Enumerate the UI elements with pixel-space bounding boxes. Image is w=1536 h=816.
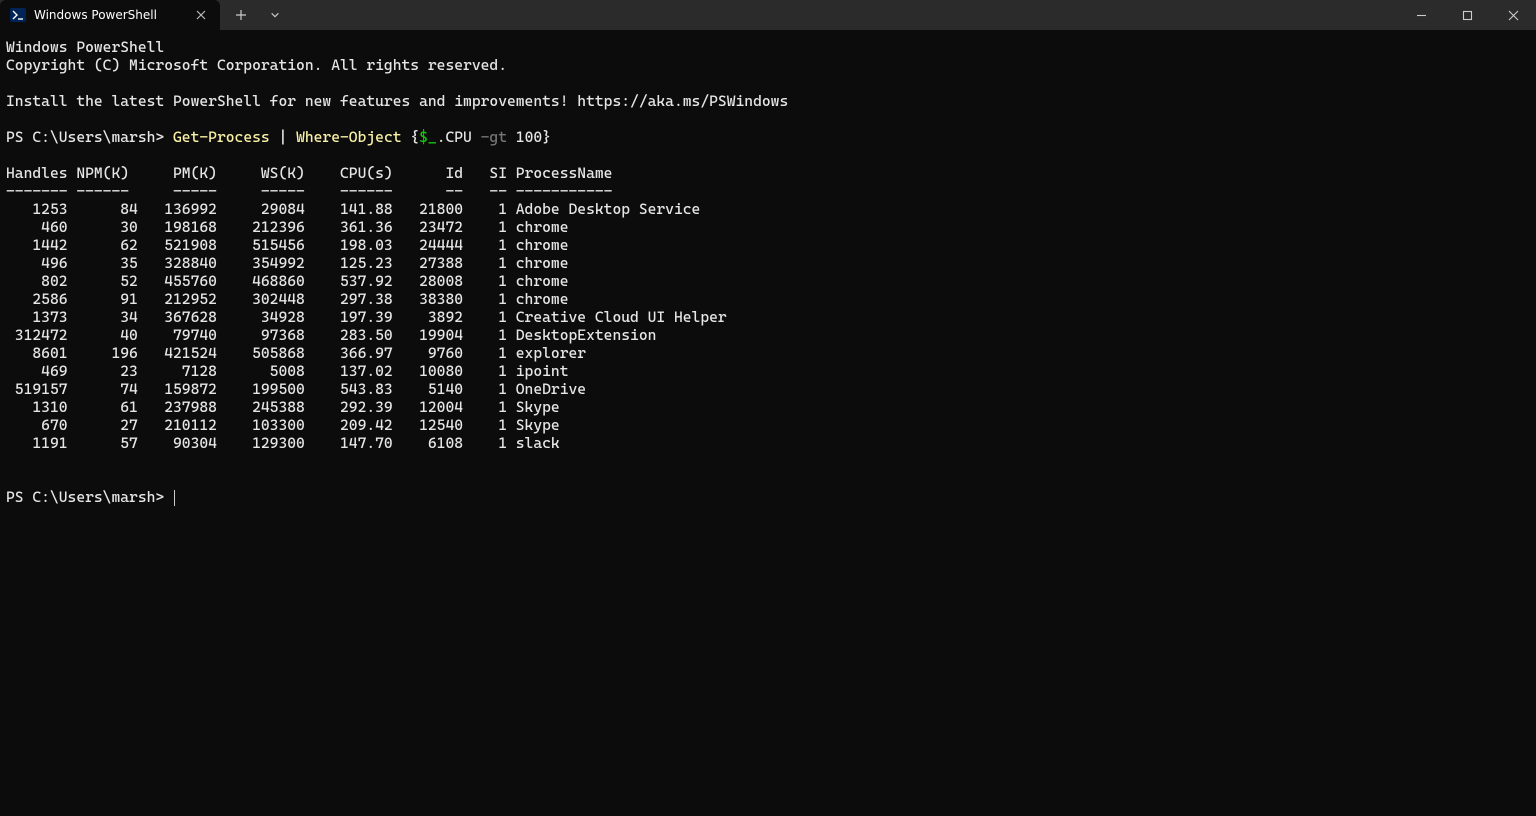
terminal-window: Windows PowerShell Windows: [0, 0, 1536, 816]
tab-powershell[interactable]: Windows PowerShell: [0, 0, 220, 30]
blank-line: [6, 74, 1530, 92]
table-header: Handles NPM(K) PM(K) WS(K) CPU(s) Id SI …: [6, 164, 1530, 182]
table-row: 460 30 198168 212396 361.36 23472 1 chro…: [6, 218, 1530, 236]
close-window-button[interactable]: [1490, 0, 1536, 30]
prompt-line: PS C:\Users\marsh> Get-Process | Where-O…: [6, 128, 1530, 146]
tab-dropdown-button[interactable]: [260, 0, 290, 30]
titlebar-drag-region[interactable]: [290, 0, 1398, 30]
table-row: 496 35 328840 354992 125.23 27388 1 chro…: [6, 254, 1530, 272]
pipe: |: [270, 128, 296, 146]
close-tab-button[interactable]: [192, 6, 210, 24]
tab-title: Windows PowerShell: [34, 8, 184, 22]
table-row: 1373 34 367628 34928 197.39 3892 1 Creat…: [6, 308, 1530, 326]
table-row: 469 23 7128 5008 137.02 10080 1 ipoint: [6, 362, 1530, 380]
number: 100: [507, 128, 542, 146]
table-row: 519157 74 159872 199500 543.83 5140 1 On…: [6, 380, 1530, 398]
blank-line: [6, 110, 1530, 128]
table-row: 1191 57 90304 129300 147.70 6108 1 slack: [6, 434, 1530, 452]
prompt: PS C:\Users\marsh>: [6, 128, 173, 146]
install-line: Install the latest PowerShell for new fe…: [6, 92, 1530, 110]
banner-line: Copyright (C) Microsoft Corporation. All…: [6, 56, 1530, 74]
table-row: 1253 84 136992 29084 141.88 21800 1 Adob…: [6, 200, 1530, 218]
titlebar[interactable]: Windows PowerShell: [0, 0, 1536, 30]
cursor: [174, 490, 175, 506]
table-row: 2586 91 212952 302448 297.38 38380 1 chr…: [6, 290, 1530, 308]
tabbar-controls: [220, 0, 290, 30]
table-row: 802 52 455760 468860 537.92 28008 1 chro…: [6, 272, 1530, 290]
blank-line: [6, 146, 1530, 164]
prompt-line[interactable]: PS C:\Users\marsh>: [6, 488, 1530, 506]
table-row: 1442 62 521908 515456 198.03 24444 1 chr…: [6, 236, 1530, 254]
minimize-button[interactable]: [1398, 0, 1444, 30]
blank-line: [6, 470, 1530, 488]
table-row: 8601 196 421524 505868 366.97 9760 1 exp…: [6, 344, 1530, 362]
automatic-variable: $_: [419, 128, 437, 146]
property: .CPU: [437, 128, 481, 146]
maximize-button[interactable]: [1444, 0, 1490, 30]
window-controls: [1398, 0, 1536, 30]
terminal-body[interactable]: Windows PowerShellCopyright (C) Microsof…: [0, 30, 1536, 816]
prompt: PS C:\Users\marsh>: [6, 488, 173, 506]
brace: {: [402, 128, 420, 146]
banner-line: Windows PowerShell: [6, 38, 1530, 56]
cmdlet: Where-Object: [296, 128, 401, 146]
table-row: 670 27 210112 103300 209.42 12540 1 Skyp…: [6, 416, 1530, 434]
table-row: 1310 61 237988 245388 292.39 12004 1 Sky…: [6, 398, 1530, 416]
table-underline: ------- ------ ----- ----- ------ -- -- …: [6, 182, 1530, 200]
new-tab-button[interactable]: [226, 0, 256, 30]
powershell-icon: [10, 7, 26, 23]
blank-line: [6, 452, 1530, 470]
table-row: 312472 40 79740 97368 283.50 19904 1 Des…: [6, 326, 1530, 344]
brace: }: [542, 128, 551, 146]
cmdlet: Get-Process: [173, 128, 270, 146]
operator: -gt: [481, 128, 507, 146]
